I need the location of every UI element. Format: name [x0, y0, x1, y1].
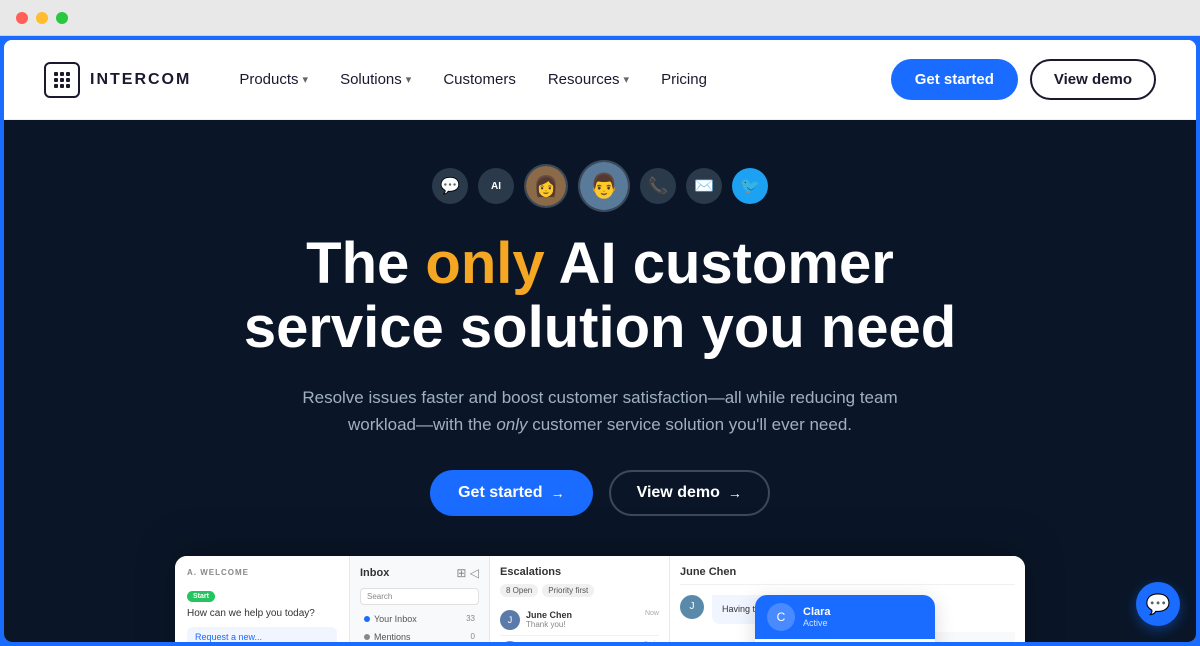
esc-avatar-2: I: [500, 641, 520, 642]
chat-welcome-label: A. WELCOME: [187, 568, 337, 577]
nav-item-resources[interactable]: Resources ▾: [548, 71, 629, 88]
inbox-nav-your-inbox[interactable]: Your Inbox 33: [360, 611, 479, 627]
escalations-panel: Escalations 8 Open Priority first J June…: [490, 556, 670, 642]
esc-content-2: Ivan Dian Hi, I have a quest...: [526, 641, 638, 642]
escalation-item-2[interactable]: I Ivan Dian Hi, I have a quest... 8min: [500, 636, 659, 642]
nav-item-customers[interactable]: Customers: [443, 71, 516, 88]
hero-subtitle: Resolve issues faster and boost customer…: [280, 384, 920, 438]
nav-item-pricing[interactable]: Pricing: [661, 71, 707, 88]
escalations-filters: 8 Open Priority first: [500, 584, 659, 597]
inbox-header: Inbox ⊞ ◁: [360, 566, 479, 580]
page-wrapper: INTERCOM Products ▾ Solutions ▾ Customer…: [0, 36, 1200, 646]
inbox-search[interactable]: Search: [360, 588, 479, 605]
message-icon: ✉️: [686, 168, 722, 204]
inbox-title: Inbox: [360, 567, 389, 579]
chat-bubble-button[interactable]: 💬: [1136, 582, 1180, 626]
filter-priority[interactable]: Priority first: [542, 584, 594, 597]
chevron-down-icon: ▾: [406, 73, 412, 86]
get-started-button[interactable]: Get started: [891, 59, 1018, 100]
esc-avatar-1: J: [500, 610, 520, 630]
twitter-icon: 🐦: [732, 168, 768, 204]
phone-icon: 📞: [640, 168, 676, 204]
hero-buttons: Get started → View demo →: [430, 470, 770, 516]
clara-header: C Clara Active: [755, 595, 935, 639]
hero-section: 💬 AI 👩 👨 📞 ✉️ 🐦 The only AI customer ser…: [4, 120, 1196, 642]
inbox-panel: Inbox ⊞ ◁ Search Your Inbox 33 Mentions: [350, 556, 490, 642]
clara-avatar: C: [767, 603, 795, 631]
chat-icon: 💬: [1146, 592, 1171, 617]
hero-view-demo-button[interactable]: View demo →: [609, 470, 770, 516]
avatar-2: 👨: [578, 160, 630, 212]
clara-card: C Clara Active Having trouble using our …: [755, 595, 935, 642]
chevron-down-icon: ▾: [303, 73, 309, 86]
minimize-dot[interactable]: [36, 12, 48, 24]
conversation-title: June Chen: [680, 566, 1015, 585]
chat-option-1[interactable]: Request a new...: [187, 627, 337, 642]
screenshot-wrapper: A. WELCOME Start How can we help you tod…: [175, 556, 1025, 642]
inbox-dot-icon: [364, 616, 370, 622]
nav-item-products[interactable]: Products ▾: [239, 71, 308, 88]
chevron-down-icon: ▾: [624, 73, 630, 86]
escalation-item-1[interactable]: J June Chen Thank you! Now: [500, 605, 659, 636]
arrow-icon: →: [728, 485, 742, 501]
filter-open[interactable]: 8 Open: [500, 584, 538, 597]
navbar: INTERCOM Products ▾ Solutions ▾ Customer…: [4, 40, 1196, 120]
floating-icons: 💬 AI 👩 👨 📞 ✉️ 🐦: [432, 160, 768, 212]
escalations-title: Escalations: [500, 566, 659, 578]
conv-avatar: J: [680, 595, 704, 619]
ai-icon: AI: [478, 168, 514, 204]
page-inner: INTERCOM Products ▾ Solutions ▾ Customer…: [4, 40, 1196, 642]
close-dot[interactable]: [16, 12, 28, 24]
logo[interactable]: INTERCOM: [44, 62, 191, 98]
hero-get-started-button[interactable]: Get started →: [430, 470, 592, 516]
inbox-nav-mentions[interactable]: Mentions 0: [360, 629, 479, 642]
esc-content-1: June Chen Thank you!: [526, 610, 639, 629]
mention-dot-icon: [364, 634, 370, 640]
hero-title: The only AI customer service solution yo…: [200, 232, 1000, 360]
arrow-icon: →: [551, 485, 565, 501]
chat-question: How can we help you today?: [187, 608, 337, 619]
nav-item-solutions[interactable]: Solutions ▾: [340, 71, 411, 88]
chat-panel: A. WELCOME Start How can we help you tod…: [175, 556, 350, 642]
chat-start-badge: Start: [187, 591, 215, 602]
maximize-dot[interactable]: [56, 12, 68, 24]
nav-buttons: Get started View demo: [891, 59, 1156, 100]
whatsapp-icon: 💬: [432, 168, 468, 204]
clara-info: Clara Active: [803, 606, 831, 628]
logo-text: INTERCOM: [90, 71, 191, 89]
browser-chrome: [0, 0, 1200, 36]
inbox-icons: ⊞ ◁: [456, 566, 479, 580]
logo-icon: [44, 62, 80, 98]
nav-links: Products ▾ Solutions ▾ Customers Resourc…: [239, 71, 890, 88]
clara-message-area: Having trouble using our software: [755, 639, 935, 642]
avatar-1: 👩: [524, 164, 568, 208]
view-demo-button[interactable]: View demo: [1030, 59, 1156, 100]
